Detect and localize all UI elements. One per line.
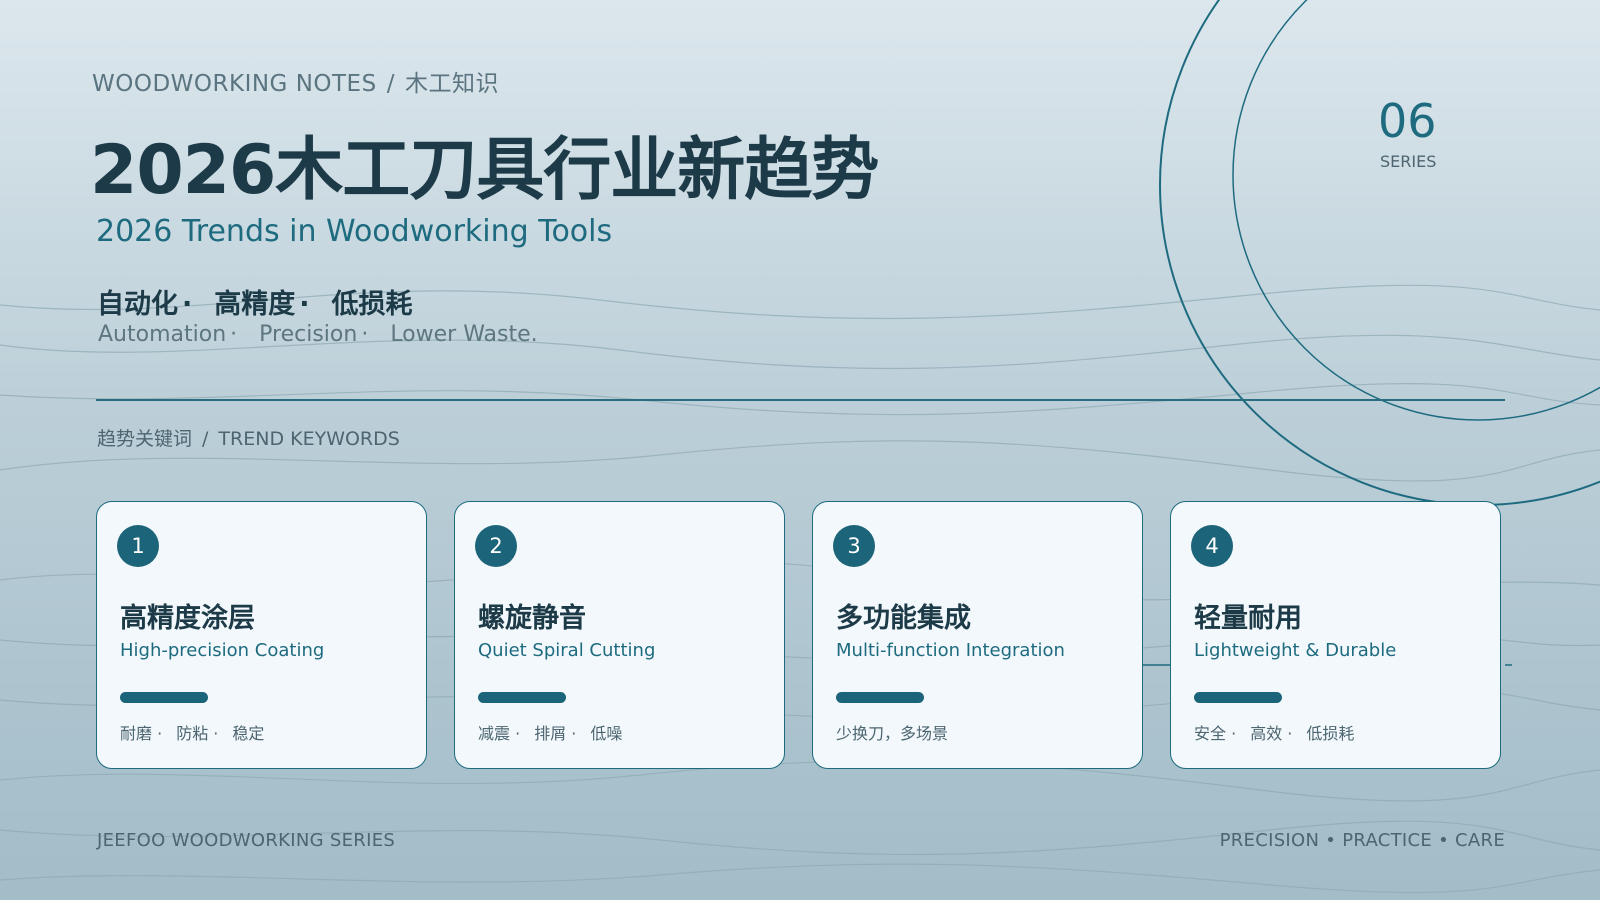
card-number-badge: 2 <box>475 525 517 567</box>
card-accent-bar <box>1194 692 1282 703</box>
trend-card-2: 2 螺旋静音 Quiet Spiral Cutting 减震 · 排屑 · 低噪 <box>454 501 785 769</box>
section-separator: / <box>202 428 209 450</box>
series-label: SERIES <box>1380 152 1437 171</box>
card-accent-bar <box>120 692 208 703</box>
footer-motto: PRECISION • PRACTICE • CARE <box>1219 830 1505 851</box>
card-title-en: Multi-function Integration <box>836 640 1065 661</box>
footer-brand: JEEFOO WOODWORKING SERIES <box>97 830 396 851</box>
card-title-en: Lightweight & Durable <box>1194 640 1397 661</box>
card-tags: 耐磨 · 防粘 · 稳定 <box>120 720 278 744</box>
eyebrow-separator: / <box>386 71 395 97</box>
card-tag: 排屑 · <box>534 724 577 743</box>
keyword-cn: 低损耗 <box>331 289 413 320</box>
card-tags: 减震 · 排屑 · 低噪 <box>478 720 636 744</box>
card-title-cn: 螺旋静音 <box>478 603 586 634</box>
card-accent-bar <box>836 692 924 703</box>
series-number: 06 <box>1378 94 1437 148</box>
trend-card-3: 3 多功能集成 Multi-function Integration 少换刀，多… <box>812 501 1143 769</box>
keywords-cn: 自动化 · 高精度 · 低损耗 <box>97 282 417 321</box>
keyword-separator: · <box>182 289 193 320</box>
card-tag: 低损耗 <box>1306 724 1355 743</box>
keyword-en: Precision <box>259 322 358 347</box>
keyword-en: Lower Waste. <box>390 322 538 347</box>
card-accent-bar <box>478 692 566 703</box>
keywords-en: Automation · Precision · Lower Waste. <box>98 322 542 347</box>
card-title-cn: 多功能集成 <box>836 603 971 634</box>
card-tags: 少换刀，多场景 <box>836 720 962 744</box>
card-tag: 安全 · <box>1194 724 1237 743</box>
keyword-en: Automation <box>98 322 227 347</box>
keyword-separator: · <box>230 322 238 347</box>
section-divider <box>96 399 1505 401</box>
card-number-badge: 1 <box>117 525 159 567</box>
card-number-badge: 3 <box>833 525 875 567</box>
section-cn: 趋势关键词 <box>97 428 193 450</box>
card-number-badge: 4 <box>1191 525 1233 567</box>
page-title: 2026木工刀具行业新趋势 <box>90 131 879 210</box>
card-title-cn: 轻量耐用 <box>1194 603 1302 634</box>
decor-circle-large <box>1159 0 1600 506</box>
section-heading: 趋势关键词 / TREND KEYWORDS <box>97 424 400 451</box>
page-subtitle: 2026 Trends in Woodworking Tools <box>96 214 613 249</box>
eyebrow-cn: 木工知识 <box>404 71 499 97</box>
keyword-separator: · <box>361 322 369 347</box>
card-title-en: Quiet Spiral Cutting <box>478 640 656 661</box>
card-title-cn: 高精度涂层 <box>120 603 255 634</box>
card-tag: 低噪 <box>590 724 623 743</box>
card-tag: 减震 · <box>478 724 521 743</box>
trend-card-1: 1 高精度涂层 High-precision Coating 耐磨 · 防粘 · 稳… <box>96 501 427 769</box>
keyword-separator: · <box>299 289 310 320</box>
card-tag: 少换刀，多场景 <box>836 724 949 743</box>
card-tag: 耐磨 · <box>120 724 163 743</box>
card-tag: 稳定 <box>232 724 265 743</box>
card-tags: 安全 · 高效 · 低损耗 <box>1194 720 1368 744</box>
eyebrow-en: WOODWORKING NOTES <box>92 71 377 97</box>
card-tag: 防粘 · <box>176 724 219 743</box>
section-en: TREND KEYWORDS <box>218 428 400 450</box>
eyebrow: WOODWORKING NOTES / 木工知识 <box>92 64 499 98</box>
trend-card-4: 4 轻量耐用 Lightweight & Durable 安全 · 高效 · 低损耗 <box>1170 501 1501 769</box>
card-title-en: High-precision Coating <box>120 640 325 661</box>
keyword-cn: 高精度 <box>214 289 296 320</box>
card-tag: 高效 · <box>1250 724 1293 743</box>
decor-circle-small <box>1232 0 1600 421</box>
keyword-cn: 自动化 <box>97 289 178 320</box>
